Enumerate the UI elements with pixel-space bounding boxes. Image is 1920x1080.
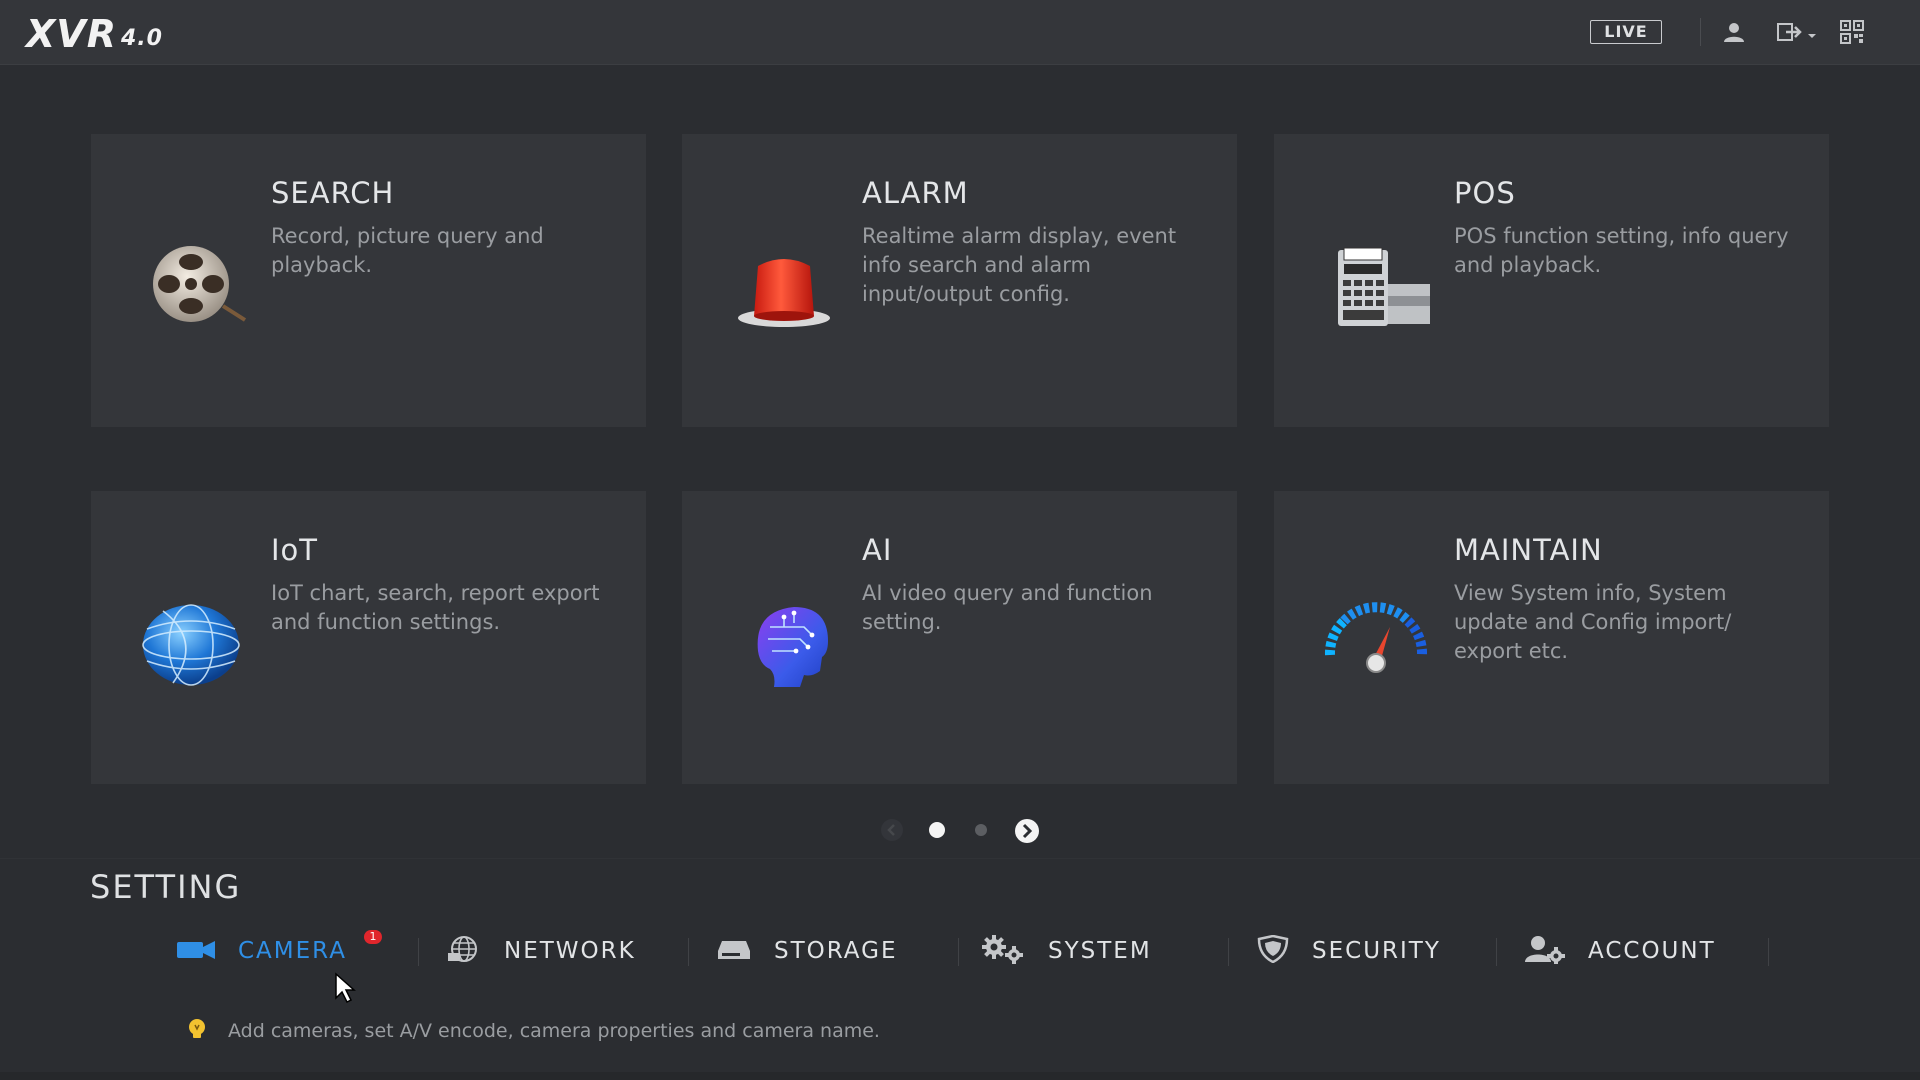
card-iot[interactable]: IoT IoT chart, search, report export and… bbox=[91, 491, 646, 784]
card-description: POS function setting, info query and pla… bbox=[1454, 224, 1789, 277]
card-description: View System info, System update and Conf… bbox=[1454, 581, 1732, 663]
film-reel-icon bbox=[133, 234, 253, 334]
setting-separator bbox=[418, 938, 419, 966]
setting-item-label: STORAGE bbox=[774, 938, 898, 964]
setting-separator bbox=[1228, 938, 1229, 966]
prev-page-icon[interactable] bbox=[880, 818, 904, 846]
setting-item-security[interactable]: SECURITY bbox=[1256, 925, 1441, 977]
page-pager bbox=[0, 818, 1920, 843]
top-separator bbox=[1700, 18, 1701, 46]
camera-icon bbox=[176, 937, 216, 965]
setting-item-camera[interactable]: CAMERA bbox=[176, 925, 347, 977]
setting-item-label: ACCOUNT bbox=[1588, 938, 1716, 964]
logo-version: 4.0 bbox=[120, 26, 163, 51]
card-description: Realtime alarm display, event info searc… bbox=[862, 224, 1177, 306]
top-bar: XVR 4.0 LIVE bbox=[0, 0, 1920, 65]
gears-icon bbox=[980, 934, 1026, 968]
hint-text: Add cameras, set A/V encode, camera prop… bbox=[228, 1020, 880, 1042]
gauge-icon bbox=[1316, 591, 1436, 691]
setting-item-label: SECURITY bbox=[1312, 938, 1441, 964]
card-maintain[interactable]: MAINTAIN View System info, System update… bbox=[1274, 491, 1829, 784]
setting-hint: Add cameras, set A/V encode, camera prop… bbox=[186, 1018, 880, 1044]
user-icon[interactable] bbox=[1722, 20, 1746, 48]
card-description: IoT chart, search, report export and fun… bbox=[271, 581, 600, 634]
card-title: POS bbox=[1454, 176, 1516, 210]
qr-code-icon[interactable] bbox=[1840, 20, 1864, 48]
card-title: MAINTAIN bbox=[1454, 533, 1603, 567]
card-title: AI bbox=[862, 533, 893, 567]
logo-main: XVR bbox=[26, 12, 117, 56]
setting-item-label: NETWORK bbox=[504, 938, 636, 964]
setting-item-network[interactable]: NETWORK bbox=[446, 925, 636, 977]
setting-separator bbox=[1768, 938, 1769, 966]
card-alarm[interactable]: ALARM Realtime alarm display, event info… bbox=[682, 134, 1237, 427]
lightbulb-icon bbox=[186, 1018, 208, 1044]
shield-icon bbox=[1256, 934, 1290, 967]
card-description: Record, picture query and playback. bbox=[271, 224, 544, 277]
page-dot-1[interactable] bbox=[929, 822, 945, 838]
network-globe-icon bbox=[446, 935, 482, 967]
cash-register-icon bbox=[1316, 234, 1436, 334]
card-title: ALARM bbox=[862, 176, 969, 210]
globe-icon bbox=[133, 591, 253, 691]
card-pos[interactable]: POS POS function setting, info query and… bbox=[1274, 134, 1829, 427]
setting-item-label: CAMERA bbox=[238, 938, 347, 964]
logout-icon[interactable] bbox=[1776, 20, 1820, 48]
card-title: IoT bbox=[271, 533, 319, 567]
card-search[interactable]: SEARCH Record, picture query and playbac… bbox=[91, 134, 646, 427]
bottom-edge bbox=[0, 1072, 1920, 1080]
user-gear-icon bbox=[1524, 934, 1566, 968]
mouse-cursor-icon bbox=[334, 972, 360, 1008]
ai-head-icon bbox=[724, 591, 844, 691]
setting-separator bbox=[1496, 938, 1497, 966]
logo: XVR 4.0 bbox=[26, 10, 163, 54]
page-dot-2[interactable] bbox=[975, 824, 987, 836]
setting-item-system[interactable]: SYSTEM bbox=[980, 925, 1152, 977]
setting-separator bbox=[958, 938, 959, 966]
setting-item-storage[interactable]: STORAGE bbox=[716, 925, 898, 977]
setting-title: SETTING bbox=[90, 868, 242, 906]
setting-item-label: SYSTEM bbox=[1048, 938, 1152, 964]
card-title: SEARCH bbox=[271, 176, 395, 210]
alarm-siren-icon bbox=[724, 234, 844, 334]
live-button[interactable]: LIVE bbox=[1590, 20, 1662, 44]
setting-divider bbox=[0, 858, 1920, 859]
setting-separator bbox=[688, 938, 689, 966]
setting-item-account[interactable]: ACCOUNT bbox=[1524, 925, 1716, 977]
notification-badge: 1 bbox=[364, 930, 382, 944]
card-ai[interactable]: AI AI video query and function setting. bbox=[682, 491, 1237, 784]
card-description: AI video query and function setting. bbox=[862, 581, 1153, 634]
next-page-icon[interactable] bbox=[1014, 818, 1040, 848]
hard-drive-icon bbox=[716, 937, 752, 965]
